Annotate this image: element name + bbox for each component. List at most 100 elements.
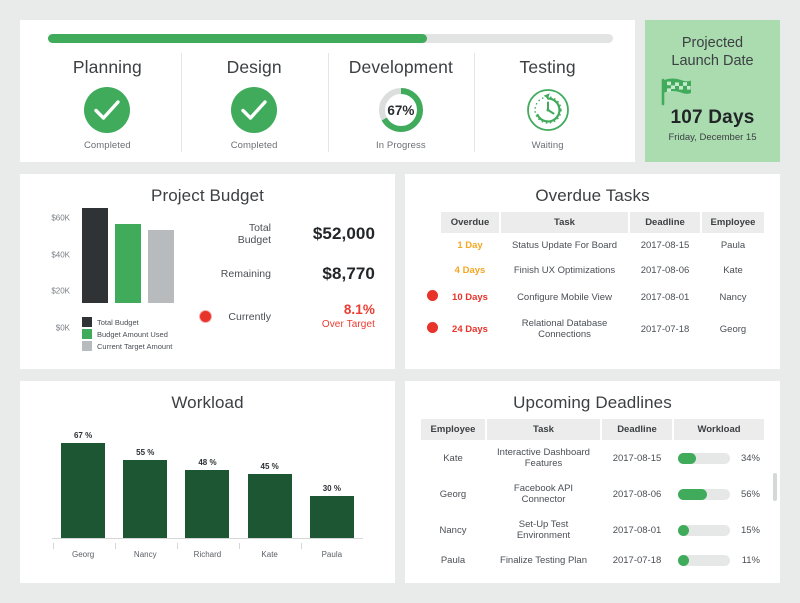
workload-cell: 56% (674, 476, 764, 512)
overdue-days: 24 Days (441, 311, 499, 347)
overdue-days: 1 Day (441, 233, 499, 258)
workload-bar-value: 55 % (136, 448, 154, 457)
task-name: Status Update For Board (501, 233, 628, 258)
workload-bar-value: 67 % (74, 431, 92, 440)
budget-bar (115, 224, 141, 303)
workload-progress-track (678, 453, 730, 464)
critical-dot-icon (427, 290, 438, 301)
panel-title: Workload (34, 393, 381, 413)
workload-progress-fill (678, 555, 689, 566)
legend-swatch (82, 329, 92, 339)
severity-dot-cell (421, 233, 439, 258)
column-header[interactable]: Employee (702, 212, 764, 233)
workload-cell: 11% (674, 548, 764, 573)
workload-bar-column: 45 % (240, 462, 299, 539)
column-header[interactable]: Deadline (630, 212, 700, 233)
workload-progress-track (678, 555, 730, 566)
workload-panel: Workload 67 % 55 % 48 % 45 % 30 % GeorgNancy… (20, 381, 395, 583)
table-header-row: EmployeeTaskDeadlineWorkload (421, 419, 764, 440)
budget-bar-chart: $0K$20K$40K$60K Total BudgetBudget Amoun… (34, 212, 191, 359)
budget-stat-row: Total Budget$52,000 (191, 222, 375, 246)
legend-swatch (82, 317, 92, 327)
deadline-date: 2017-08-15 (602, 440, 672, 476)
table-row[interactable]: 10 DaysConfigure Mobile View2017-08-01Na… (421, 283, 764, 311)
table-header-row: OverdueTaskDeadlineEmployee (421, 212, 764, 233)
employee-name: Nancy (421, 512, 485, 548)
stage-overview-panel: Planning Completed Design (20, 20, 635, 162)
stage-development[interactable]: Development 67% In Progress (328, 51, 475, 162)
workload-percent-label: 34% (736, 453, 760, 464)
budget-legend: Total BudgetBudget Amount UsedCurrent Ta… (82, 317, 172, 351)
table-row[interactable]: 1 DayStatus Update For Board2017-08-15Pa… (421, 233, 764, 258)
workload-category-label: Kate (240, 550, 299, 559)
employee-name: Paula (702, 233, 764, 258)
workload-progress-track (678, 525, 730, 536)
workload-category-labels: GeorgNancyRichardKatePaula (52, 550, 363, 559)
workload-axis-line (52, 538, 363, 539)
launch-days-remaining: 107 Days (670, 107, 754, 129)
workload-bar-value: 30 % (323, 484, 341, 493)
launch-date-text: Friday, December 15 (669, 132, 757, 143)
column-header[interactable]: Task (501, 212, 628, 233)
task-name: Finish UX Optimizations (501, 258, 628, 283)
column-header[interactable]: Overdue (441, 212, 499, 233)
deadlines-scrollbar[interactable] (773, 473, 777, 501)
table-row[interactable]: GeorgFacebook API Connector2017-08-0656% (421, 476, 764, 512)
task-name: Set-Up Test Environment (487, 512, 600, 548)
task-name: Finalize Testing Plan (487, 548, 600, 573)
overdue-days: 4 Days (441, 258, 499, 283)
deadline-date: 2017-08-01 (602, 512, 672, 548)
table-row[interactable]: KateInteractive Dashboard Features2017-0… (421, 440, 764, 476)
stage-status: Completed (84, 140, 131, 151)
table-row[interactable]: NancySet-Up Test Environment2017-08-01 15… (421, 512, 764, 548)
deadline-date: 2017-07-18 (630, 311, 700, 347)
stage-planning[interactable]: Planning Completed (34, 51, 181, 162)
workload-cell: 15% (674, 512, 764, 548)
workload-category-label: Richard (178, 550, 237, 559)
table-row[interactable]: 24 DaysRelational Database Connections20… (421, 311, 764, 347)
legend-label: Total Budget (97, 318, 139, 327)
workload-progress-fill (678, 453, 696, 464)
stage-design[interactable]: Design Completed (181, 51, 328, 162)
donut-value-label: 67% (376, 85, 426, 135)
column-header[interactable]: Workload (674, 419, 764, 440)
stage-list: Planning Completed Design (34, 51, 621, 162)
column-header[interactable]: Employee (421, 419, 485, 440)
severity-dot-cell (421, 311, 439, 347)
workload-bar-column: 48 % (178, 458, 237, 539)
workload-bar (185, 470, 229, 539)
legend-swatch (82, 341, 92, 351)
check-circle-icon (229, 85, 279, 135)
workload-bar-column: 30 % (302, 484, 361, 539)
upcoming-deadlines-table: EmployeeTaskDeadlineWorkload KateInterac… (419, 419, 766, 573)
workload-percent-label: 11% (736, 555, 760, 566)
table-row[interactable]: PaulaFinalize Testing Plan2017-07-1811% (421, 548, 764, 573)
axis-tick-label: $20K (51, 287, 70, 296)
budget-stat-row: Remaining$8,770 (191, 264, 375, 284)
task-name: Facebook API Connector (487, 476, 600, 512)
stage-testing[interactable]: Testing Waiting (474, 51, 621, 162)
workload-bar-column: 67 % (54, 431, 113, 539)
task-name: Interactive Dashboard Features (487, 440, 600, 476)
workload-bar (123, 460, 167, 539)
workload-percent-label: 15% (736, 525, 760, 536)
workload-bar-value: 45 % (261, 462, 279, 471)
column-header[interactable]: Task (487, 419, 600, 440)
budget-stat-sublabel: Over Target (283, 317, 375, 332)
workload-category-label: Georg (54, 550, 113, 559)
budget-stat-label: Remaining (221, 268, 283, 280)
panel-row-bottom: Workload 67 %55 %48 %45 %30 % GeorgNancy… (20, 381, 780, 583)
workload-progress-fill (678, 525, 689, 536)
panel-title: Upcoming Deadlines (419, 393, 766, 413)
table-row[interactable]: 4 DaysFinish UX Optimizations2017-08-06K… (421, 258, 764, 283)
deadline-date: 2017-08-01 (630, 283, 700, 311)
axis-tick-label: $0K (56, 324, 70, 333)
header-row: Planning Completed Design (20, 20, 780, 162)
legend-label: Budget Amount Used (97, 330, 168, 339)
workload-progress-fill (678, 489, 707, 500)
upcoming-deadlines-panel: Upcoming Deadlines EmployeeTaskDeadlineW… (405, 381, 780, 583)
column-header[interactable]: Deadline (602, 419, 672, 440)
budget-bar (148, 230, 174, 303)
critical-dot-icon (427, 322, 438, 333)
workload-bar (61, 443, 105, 539)
